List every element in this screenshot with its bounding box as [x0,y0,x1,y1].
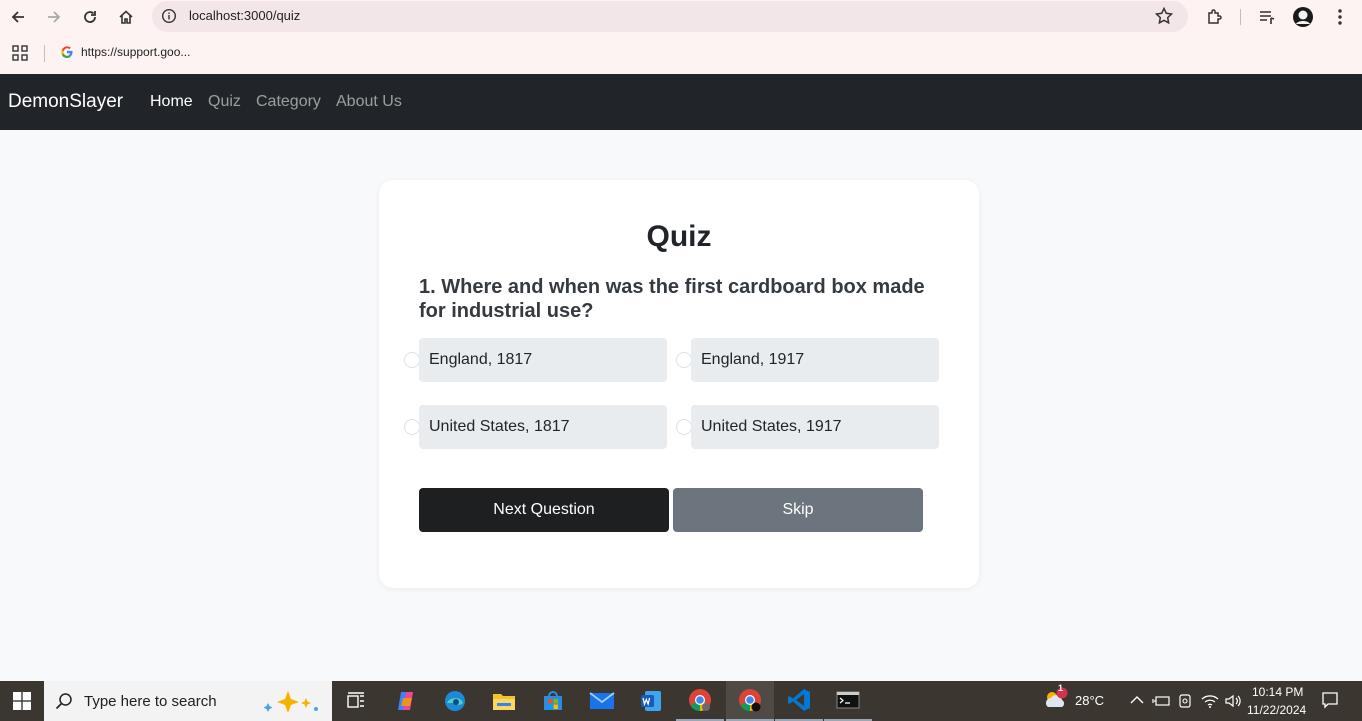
nav-link-about-us[interactable]: About Us [336,93,402,111]
windows-logo-icon [13,692,31,710]
folder-icon [493,694,515,710]
browser-toolbar: localhost:3000/quiz [0,0,1362,33]
taskbar-task-view[interactable] [332,681,380,721]
avatar-icon [1293,7,1313,27]
nav-link-category[interactable]: Category [256,93,321,111]
answer-option-4[interactable]: United States, 1917 [691,405,939,449]
taskbar-mail[interactable] [578,681,626,721]
profile-avatar[interactable] [1290,4,1316,30]
mail-icon [589,692,615,709]
weather-alert-badge: 1 [1058,683,1064,693]
taskbar-copilot[interactable] [382,681,430,721]
quiz-title: Quiz [646,220,712,253]
battery-plug-icon[interactable] [1152,693,1170,709]
kebab-menu-icon [1338,9,1342,25]
apps-grid-icon[interactable] [12,45,28,61]
puzzle-icon [1208,9,1222,24]
option-radio-4[interactable] [676,419,692,435]
arrow-right-icon [48,11,61,23]
device-icon[interactable] [1178,693,1192,709]
edge-icon [445,691,465,711]
bookmark-star-icon[interactable] [1154,6,1174,26]
site-info-icon[interactable] [161,8,177,24]
extensions-button[interactable] [1202,4,1228,30]
wifi-icon[interactable] [1201,693,1219,709]
taskbar-edge[interactable] [431,681,479,721]
taskbar-chrome-profile[interactable] [726,681,774,721]
task-view-icon [347,692,364,708]
navbar-brand[interactable]: DemonSlayer [8,91,123,113]
bookmarks-divider [44,45,45,62]
arrow-left-icon [11,11,24,23]
home-button[interactable] [113,4,139,30]
taskbar-chrome[interactable] [676,681,724,721]
app-navbar: DemonSlayer Home Quiz Category About Us [0,74,1362,130]
taskbar-terminal[interactable] [824,681,872,721]
reload-icon [84,11,96,23]
browser-menu-button[interactable] [1327,4,1353,30]
clock-time[interactable]: 10:14 PM [1252,685,1303,699]
answer-option-1[interactable]: England, 1817 [419,338,667,382]
quiz-card: Quiz 1. Where and when was the first car… [379,180,979,588]
address-bar[interactable]: localhost:3000/quiz [152,1,1188,32]
bookmarks-bar: https://support.goo... [0,33,1362,74]
search-icon [55,693,72,710]
option-radio-2[interactable] [676,352,692,368]
copilot-icon [398,692,413,710]
nav-link-quiz[interactable]: Quiz [208,93,241,111]
google-icon [61,46,73,59]
playlist-icon [1260,11,1275,24]
weather-cloud-icon[interactable] [1042,687,1070,713]
back-button[interactable] [5,4,31,30]
volume-icon[interactable] [1224,693,1242,709]
toolbar-divider [1240,9,1241,25]
answer-option-2[interactable]: England, 1917 [691,338,939,382]
taskbar-microsoft-store[interactable] [529,681,577,721]
vscode-icon [788,689,810,711]
bookmark-support-google[interactable]: https://support.goo... [60,45,190,59]
windows-taskbar: Type here to search 1 28°C 10:14 PM 11/2… [0,681,1362,721]
option-radio-1[interactable] [404,352,420,368]
skip-button[interactable]: Skip [673,488,923,532]
search-highlight-sparkle-icon [263,691,318,713]
weather-temperature[interactable]: 28°C [1075,693,1104,708]
chrome-icon [739,689,761,712]
question-text: 1. Where and when was the first cardboar… [419,276,925,322]
next-question-button[interactable]: Next Question [419,488,669,532]
forward-button[interactable] [41,4,67,30]
url-text[interactable]: localhost:3000/quiz [189,8,300,23]
taskbar-word[interactable] [627,681,675,721]
taskbar-vscode[interactable] [775,681,823,721]
search-placeholder: Type here to search [84,693,217,710]
terminal-icon [836,691,860,709]
clock-date[interactable]: 11/22/2024 [1247,703,1306,717]
store-icon [544,691,562,710]
bookmark-label: https://support.goo... [81,45,191,59]
start-button[interactable] [0,681,44,721]
taskbar-search-box[interactable]: Type here to search [44,681,332,721]
media-controls-button[interactable] [1254,4,1280,30]
option-radio-3[interactable] [404,419,420,435]
chrome-icon [689,689,711,711]
notifications-icon[interactable] [1321,691,1339,709]
nav-link-home[interactable]: Home [150,93,193,111]
answer-option-3[interactable]: United States, 1817 [419,405,667,449]
reload-button[interactable] [77,4,103,30]
taskbar-file-explorer[interactable] [480,681,528,721]
home-icon [119,10,133,24]
chevron-up-icon[interactable] [1130,695,1144,705]
word-icon [641,691,661,711]
